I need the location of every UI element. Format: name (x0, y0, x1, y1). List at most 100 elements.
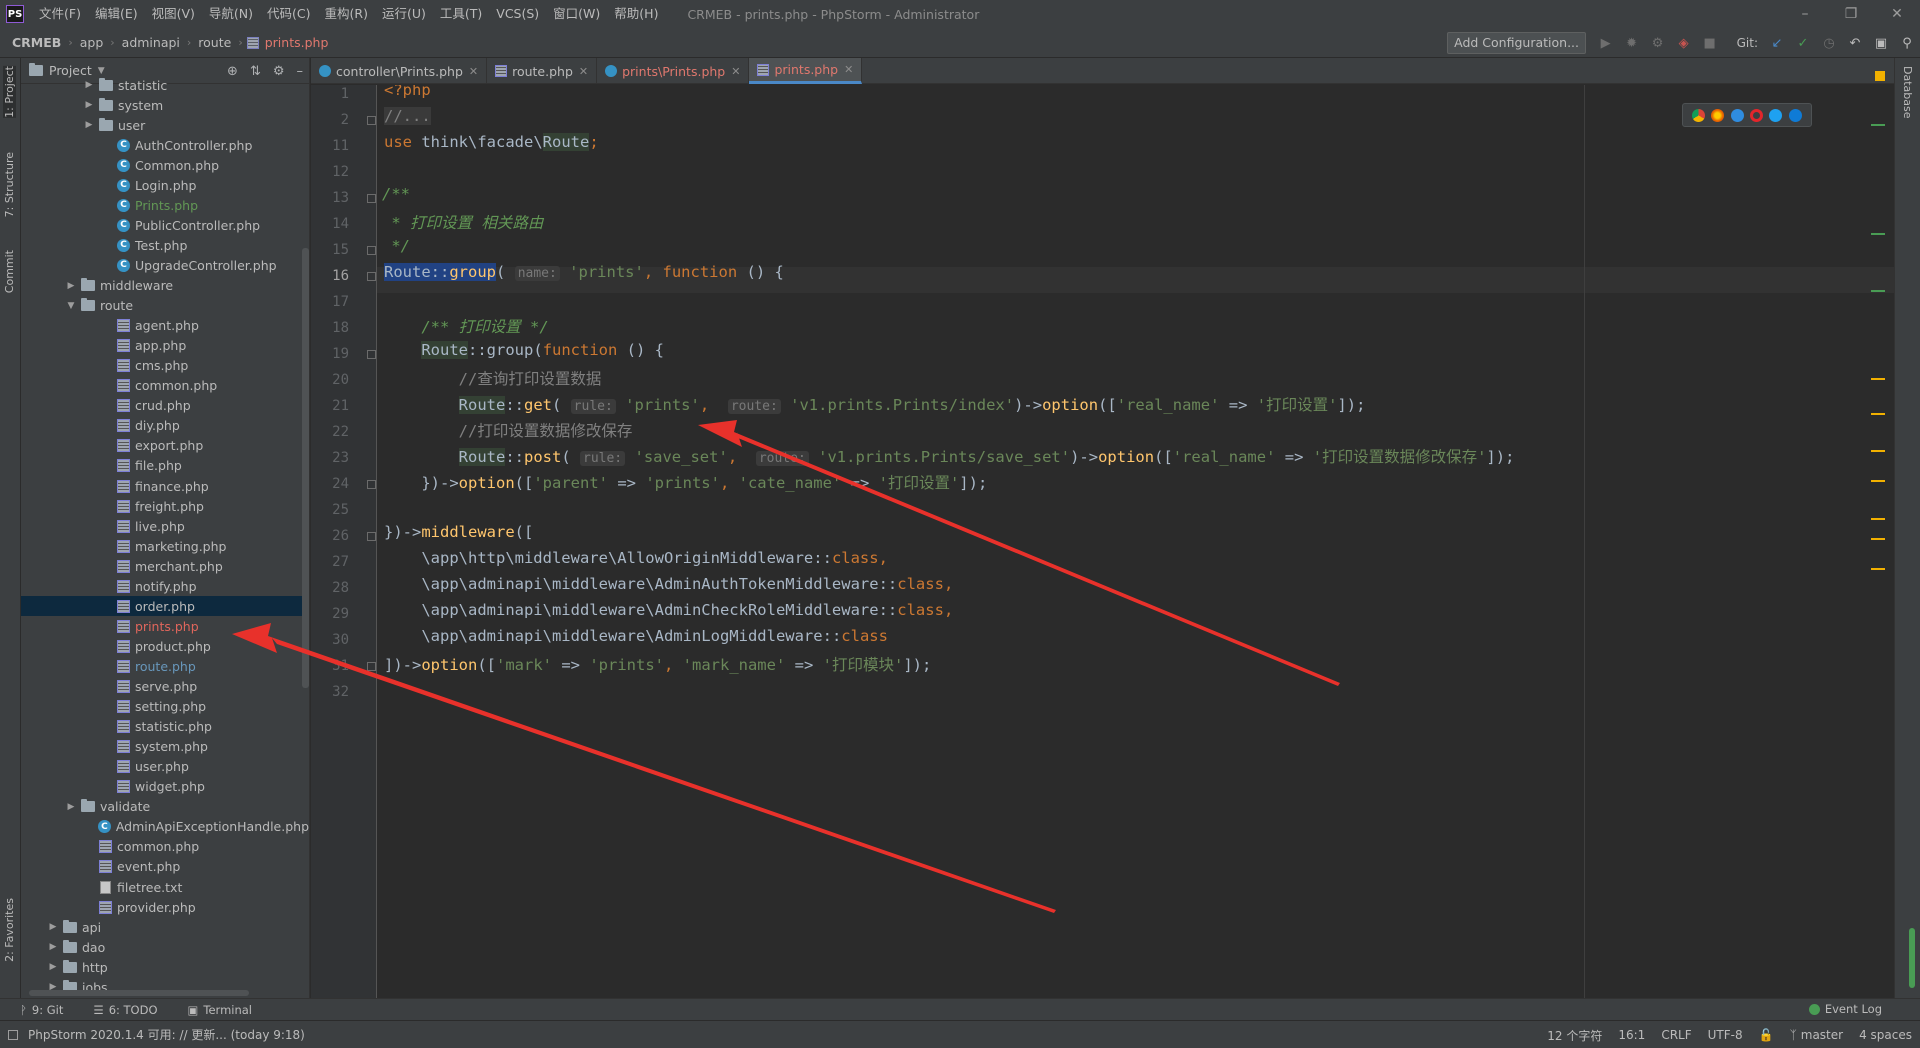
edge-icon[interactable] (1788, 108, 1802, 122)
tree-item[interactable]: common.php (21, 376, 309, 396)
run-icon[interactable]: ▶ (1599, 36, 1613, 51)
menu-item-0[interactable]: 文件(F) (32, 0, 88, 28)
tree-item[interactable]: ▶ user (21, 115, 309, 135)
chrome-icon[interactable] (1692, 108, 1706, 122)
tree-horizontal-scrollbar[interactable] (29, 990, 249, 996)
tree-item[interactable]: finance.php (21, 476, 309, 496)
firefox-icon[interactable] (1711, 108, 1725, 122)
editor-tab[interactable]: controller\Prints.php ✕ (311, 58, 488, 84)
change-marker[interactable] (1871, 290, 1885, 292)
tree-item[interactable]: C Prints.php (21, 195, 309, 215)
tree-item[interactable]: crud.php (21, 396, 309, 416)
tree-item[interactable]: ▶ validate (21, 797, 309, 817)
close-tab-icon[interactable]: ✕ (844, 63, 853, 76)
menu-item-8[interactable]: VCS(S) (489, 0, 546, 28)
tree-item[interactable]: order.php (21, 596, 309, 617)
tree-item[interactable]: common.php (21, 837, 309, 857)
change-marker[interactable] (1871, 233, 1885, 235)
tree-item[interactable]: user.php (21, 757, 309, 777)
ie-icon[interactable] (1769, 108, 1783, 122)
warning-marker[interactable] (1871, 568, 1885, 570)
menu-item-5[interactable]: 重构(R) (318, 0, 375, 28)
tree-scrollbar[interactable] (302, 248, 309, 688)
tree-item[interactable]: diy.php (21, 416, 309, 436)
tree-item[interactable]: freight.php (21, 496, 309, 516)
minimize-icon[interactable]: – (1782, 0, 1828, 28)
status-message[interactable]: PhpStorm 2020.1.4 可用: // 更新... (today 9:… (28, 1026, 305, 1043)
tree-item[interactable]: ▶ dao (21, 937, 309, 957)
breadcrumb-adminapi[interactable]: adminapi (119, 35, 183, 50)
menu-item-10[interactable]: 帮助(H) (607, 0, 665, 28)
restore-icon[interactable]: ❐ (1828, 0, 1874, 28)
breadcrumb-project[interactable]: CRMEB (9, 35, 64, 50)
tree-item[interactable]: cms.php (21, 356, 309, 376)
menu-item-9[interactable]: 窗口(W) (546, 0, 607, 28)
menu-item-6[interactable]: 运行(U) (375, 0, 433, 28)
tree-item[interactable]: ▶ middleware (21, 276, 309, 296)
close-tab-icon[interactable]: ✕ (579, 65, 588, 78)
line-separator[interactable]: CRLF (1661, 1028, 1691, 1042)
tree-item[interactable]: C Common.php (21, 155, 309, 175)
fold-marker-icon[interactable] (367, 480, 376, 489)
history-icon[interactable]: ◷ (1822, 36, 1836, 51)
tree-item[interactable]: setting.php (21, 697, 309, 717)
fold-marker-icon[interactable] (367, 350, 376, 359)
tree-item[interactable]: ▶ http (21, 957, 309, 977)
fold-marker-icon[interactable] (367, 662, 376, 671)
tab-project-tool[interactable]: 1: Project (3, 66, 16, 118)
stop-icon[interactable]: ■ (1703, 36, 1717, 51)
fold-marker-icon[interactable] (367, 246, 376, 255)
code-editor[interactable]: 1 2 11 12 13 14 15 16 17 18 19 20 21 22 23 24 25 26 27 28 29… (311, 85, 1894, 998)
tree-item[interactable]: export.php (21, 436, 309, 456)
tree-item[interactable]: product.php (21, 636, 309, 656)
tree-item[interactable]: ▶ statistic (21, 75, 309, 95)
git-branch-widget[interactable]: ᛉ master (1790, 1028, 1844, 1042)
rollback-icon[interactable]: ↶ (1848, 36, 1862, 51)
file-encoding[interactable]: UTF-8 (1708, 1028, 1743, 1042)
bottom-tool-2[interactable]: ▣ Terminal (178, 1003, 262, 1017)
fold-marker-icon[interactable] (367, 272, 376, 281)
tree-item[interactable]: C AdminApiExceptionHandle.php (21, 817, 309, 837)
debug-icon[interactable]: ✹ (1625, 36, 1639, 51)
editor-tab[interactable]: prints.php ✕ (749, 58, 863, 84)
close-window-icon[interactable]: ✕ (1874, 0, 1920, 28)
change-marker[interactable] (1871, 124, 1885, 126)
indent-setting[interactable]: 4 spaces (1859, 1028, 1912, 1042)
opera-icon[interactable] (1750, 108, 1764, 122)
menu-item-7[interactable]: 工具(T) (433, 0, 489, 28)
tree-item[interactable]: system.php (21, 737, 309, 757)
menu-item-2[interactable]: 视图(V) (145, 0, 202, 28)
tree-item[interactable]: statistic.php (21, 717, 309, 737)
lock-icon[interactable]: 🔓 (1759, 1028, 1774, 1042)
tree-item[interactable]: C AuthController.php (21, 135, 309, 155)
tree-item[interactable]: route.php (21, 656, 309, 676)
tree-item[interactable]: notify.php (21, 576, 309, 596)
tree-item[interactable]: widget.php (21, 777, 309, 797)
expand-arrow-icon[interactable]: ▶ (83, 120, 95, 130)
git-update-icon[interactable]: ↙ (1770, 36, 1784, 51)
warning-marker[interactable] (1871, 378, 1885, 380)
tree-item[interactable]: ▼ route (21, 296, 309, 316)
expand-arrow-icon[interactable]: ▶ (47, 922, 59, 932)
tree-item[interactable]: C PublicController.php (21, 215, 309, 235)
tree-item[interactable]: file.php (21, 456, 309, 476)
breadcrumb-app[interactable]: app (77, 35, 107, 50)
tree-item[interactable]: merchant.php (21, 556, 309, 576)
menu-item-1[interactable]: 编辑(E) (88, 0, 145, 28)
tree-item[interactable]: filetree.txt (21, 877, 309, 897)
tree-item[interactable]: C Login.php (21, 175, 309, 195)
tree-item[interactable]: marketing.php (21, 536, 309, 556)
tree-item[interactable]: C UpgradeController.php (21, 255, 309, 275)
tree-item[interactable]: agent.php (21, 316, 309, 336)
search-icon[interactable]: ⚲ (1900, 36, 1914, 51)
expand-arrow-icon[interactable]: ▶ (65, 281, 77, 291)
warning-marker[interactable] (1871, 480, 1885, 482)
bottom-tool-0[interactable]: ᚹ 9: Git (10, 1003, 73, 1017)
git-commit-icon[interactable]: ✓ (1796, 36, 1810, 51)
editor-tab[interactable]: route.php ✕ (487, 58, 598, 84)
tab-commit-tool[interactable]: Commit (3, 250, 16, 293)
close-tab-icon[interactable]: ✕ (731, 65, 740, 78)
menu-item-4[interactable]: 代码(C) (260, 0, 317, 28)
collapse-arrow-icon[interactable]: ▼ (65, 301, 77, 311)
expand-arrow-icon[interactable]: ▶ (83, 100, 95, 110)
